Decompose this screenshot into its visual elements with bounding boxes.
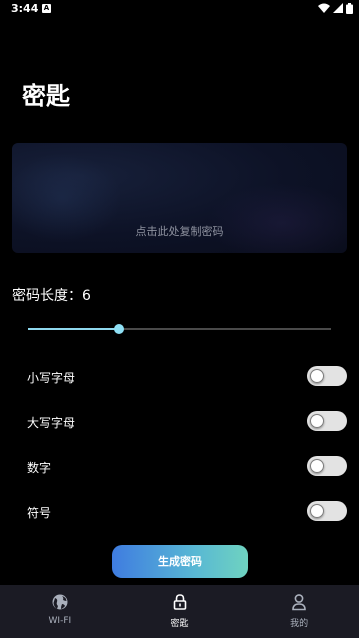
password-length-label: 密码长度：6 [12,288,91,304]
option-label-lowercase: 小写字母 [27,371,76,385]
uppercase-toggle[interactable] [307,411,347,431]
lock-icon [173,594,186,610]
option-digits: 数字 [27,456,347,478]
nav-item-key[interactable]: 密匙 [120,585,240,638]
toggle-knob [310,459,324,473]
status-time: 3:44 [11,2,39,15]
password-display-card[interactable]: 点击此处复制密码 [12,143,347,253]
page-title: 密匙 [22,82,70,110]
option-lowercase: 小写字母 [27,366,347,388]
nav-label-wifi: WI-FI [48,616,72,626]
nav-item-mine[interactable]: 我的 [239,585,359,638]
nav-label-mine: 我的 [290,619,309,629]
nav-label-key: 密匙 [170,619,189,629]
globe-icon [52,594,68,610]
status-icons [318,2,353,14]
lowercase-toggle[interactable] [307,366,347,386]
toggle-knob [310,504,324,518]
person-icon [292,594,306,611]
slider-thumb[interactable] [113,324,124,334]
toggle-knob [310,369,324,383]
option-label-uppercase: 大写字母 [27,416,76,430]
option-symbols: 符号 [27,501,347,523]
copy-password-hint: 点击此处复制密码 [135,225,224,238]
bottom-nav: WI-FI 密匙 我的 [0,585,359,638]
symbols-toggle[interactable] [307,501,347,521]
signal-icon [333,3,343,13]
option-label-symbols: 符号 [27,506,52,520]
status-bar: 3:44 A [0,0,359,18]
password-length-slider[interactable] [28,322,331,336]
notification-a-icon: A [42,4,51,13]
battery-icon [346,2,353,14]
digits-toggle[interactable] [307,456,347,476]
slider-fill [28,328,119,330]
generate-password-button[interactable]: 生成密码 [112,545,248,578]
option-uppercase: 大写字母 [27,411,347,433]
toggle-knob [310,414,324,428]
nav-item-wifi[interactable]: WI-FI [0,585,120,638]
option-label-digits: 数字 [27,461,52,475]
wifi-icon [318,3,330,13]
